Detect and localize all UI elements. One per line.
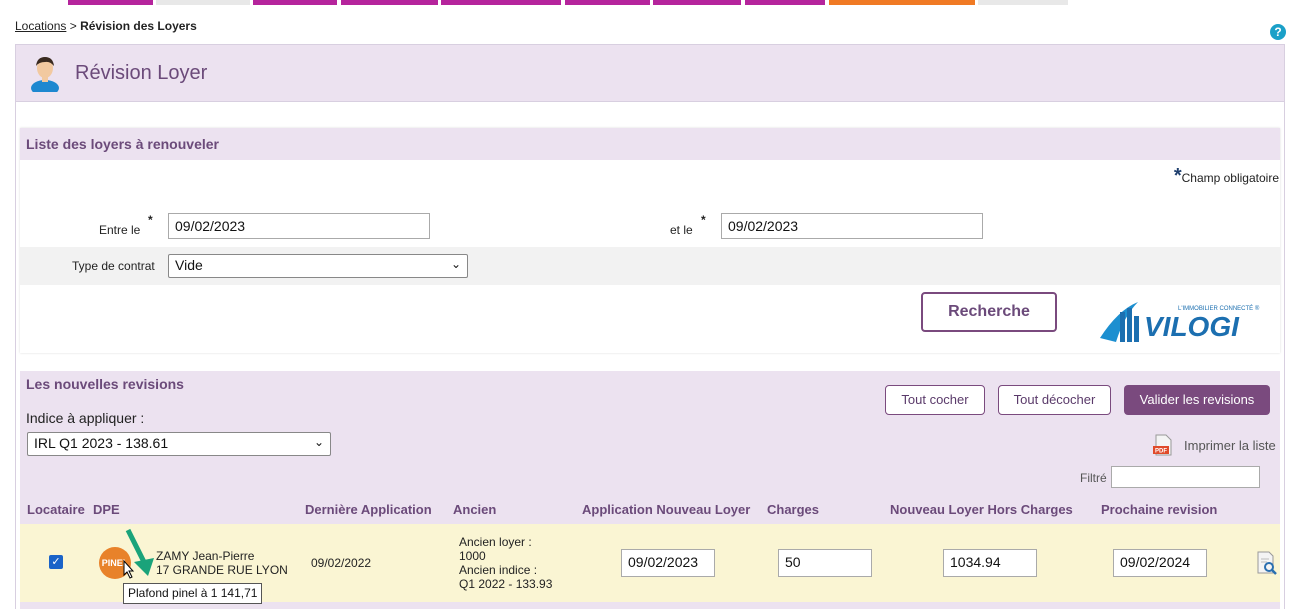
contract-type-select[interactable]: Vide ⌄ <box>168 254 468 278</box>
header-new-rent: Nouveau Loyer Hors Charges <box>890 502 1073 517</box>
breadcrumb-separator: > <box>66 19 81 33</box>
tenant-name: ZAMY Jean-Pierre <box>156 549 255 563</box>
header-ancien: Ancien <box>453 502 497 517</box>
contract-type-value: Vide <box>175 257 203 273</box>
nav-tab-10[interactable] <box>978 0 1068 5</box>
help-icon[interactable]: ? <box>1270 24 1286 40</box>
header-last-application: Dernière Application <box>305 502 432 517</box>
nav-tab-4[interactable] <box>341 0 438 5</box>
tenant-address: 17 GRANDE RUE LYON <box>156 563 288 577</box>
index-select[interactable]: IRL Q1 2023 - 138.61 ⌄ <box>27 432 331 456</box>
between-date-input[interactable]: 09/02/2023 <box>168 213 430 239</box>
revisions-panel-title: Les nouvelles revisions <box>26 376 184 392</box>
search-button[interactable]: Recherche <box>921 292 1057 332</box>
between-label: Entre le <box>99 223 141 237</box>
uncheck-all-button[interactable]: Tout décocher <box>998 385 1111 415</box>
mouse-cursor-icon <box>123 560 135 579</box>
old-rent-value: 1000 <box>459 549 486 563</box>
filter-label: Filtré <box>1080 471 1107 485</box>
new-rent-input[interactable]: 1034.94 <box>943 549 1037 577</box>
check-all-button[interactable]: Tout cocher <box>885 385 985 415</box>
top-navigation-strip <box>0 0 1301 5</box>
user-avatar-icon <box>31 57 59 92</box>
old-index-value: Q1 2022 - 133.93 <box>459 577 553 591</box>
nav-tab-3[interactable] <box>253 0 337 5</box>
page-title: Révision Loyer <box>75 62 208 84</box>
last-application-date: 09/02/2022 <box>311 556 372 570</box>
validate-revisions-button[interactable]: Valider les revisions <box>1124 385 1270 415</box>
nav-tab-2[interactable] <box>156 0 250 5</box>
index-value: IRL Q1 2023 - 138.61 <box>34 435 169 451</box>
old-index-label: Ancien indice : <box>459 563 538 577</box>
breadcrumb-current: Révision des Loyers <box>80 19 197 33</box>
old-rent-label: Ancien loyer : <box>459 535 532 549</box>
header-next-revision: Prochaine revision <box>1101 502 1218 517</box>
pinel-tooltip: Plafond pinel à 1 141,71 <box>123 583 263 604</box>
between-required-star: * <box>148 213 153 227</box>
row-checkbox[interactable]: ✓ <box>49 555 63 569</box>
print-list-link[interactable]: Imprimer la liste <box>1184 438 1276 453</box>
pdf-icon[interactable]: PDF <box>1152 434 1174 456</box>
charges-input[interactable]: 50 <box>778 549 872 577</box>
nav-tab-9[interactable] <box>829 0 975 5</box>
pdf-icon-label: PDF <box>1155 449 1167 455</box>
new-application-input[interactable]: 09/02/2023 <box>621 549 715 577</box>
nav-tab-8[interactable] <box>745 0 825 5</box>
breadcrumb-locations-link[interactable]: Locations <box>15 19 66 33</box>
filter-input[interactable] <box>1111 466 1260 488</box>
contract-type-label: Type de contrat <box>72 259 155 273</box>
required-field-label: Champ obligatoire <box>1181 171 1279 185</box>
header-dpe: DPE <box>93 502 120 517</box>
nav-tab-7[interactable] <box>653 0 741 5</box>
logo-name: VILOGI <box>1144 311 1240 342</box>
and-required-star: * <box>701 213 706 227</box>
vilogi-logo: L'IMMOBILIER CONNECTÉ ® VILOGI <box>1100 302 1260 342</box>
breadcrumb: Locations > Révision des Loyers <box>15 19 197 33</box>
view-details-magnifier-icon[interactable] <box>1256 551 1278 575</box>
index-label: Indice à appliquer : <box>26 410 145 426</box>
header-new-application: Application Nouveau Loyer <box>582 502 751 517</box>
nav-tab-5[interactable] <box>441 0 561 5</box>
and-label: et le <box>670 223 693 237</box>
chevron-down-icon: ⌄ <box>313 435 324 449</box>
search-panel <box>20 128 1280 353</box>
header-locataire: Locataire <box>27 502 85 517</box>
search-panel-title: Liste des loyers à renouveler <box>26 136 219 152</box>
nav-tab-6[interactable] <box>565 0 650 5</box>
chevron-down-icon: ⌄ <box>450 257 461 271</box>
required-field-note: *Champ obligatoire <box>1174 165 1279 188</box>
next-revision-input[interactable]: 09/02/2024 <box>1113 549 1207 577</box>
and-date-input[interactable]: 09/02/2023 <box>721 213 983 239</box>
header-charges: Charges <box>767 502 820 517</box>
required-star-icon: * <box>1173 165 1182 187</box>
nav-tab-1[interactable] <box>68 0 153 5</box>
